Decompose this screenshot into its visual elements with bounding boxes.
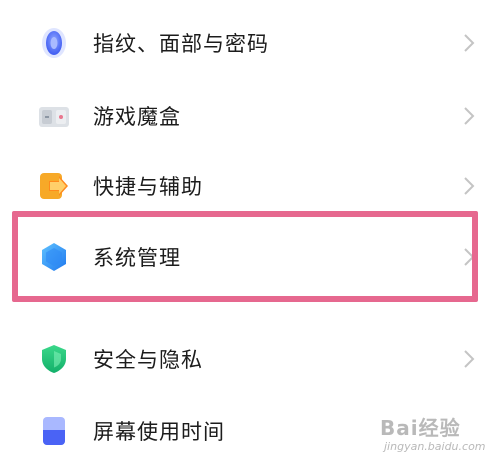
settings-item-label: 快捷与辅助	[93, 175, 203, 199]
settings-item-security-privacy[interactable]: 安全与隐私	[0, 329, 500, 389]
fingerprint-icon	[37, 26, 71, 60]
settings-item-system-management[interactable]: 系统管理	[0, 227, 500, 287]
settings-item-fingerprint[interactable]: 指纹、面部与密码	[0, 13, 500, 73]
chevron-right-icon	[464, 107, 475, 125]
chevron-right-icon	[464, 34, 475, 52]
settings-item-shortcuts[interactable]: 快捷与辅助	[0, 156, 500, 216]
chevron-right-icon	[464, 177, 475, 195]
settings-item-game-box[interactable]: 游戏魔盒	[0, 86, 500, 146]
screen-time-icon	[37, 414, 71, 448]
game-box-icon	[37, 99, 71, 133]
settings-item-label: 系统管理	[93, 246, 181, 270]
chevron-right-icon	[464, 248, 475, 266]
settings-item-label: 屏幕使用时间	[93, 420, 225, 444]
shield-icon	[37, 342, 71, 376]
settings-screen: 指纹、面部与密码 游戏魔盒 快捷与辅助 系统管理 安全与隐私 屏幕使用时间 Ba…	[0, 0, 500, 462]
settings-item-label: 安全与隐私	[93, 348, 203, 372]
settings-item-label: 指纹、面部与密码	[93, 32, 269, 56]
settings-item-screen-time[interactable]: 屏幕使用时间	[0, 401, 500, 461]
system-hexagon-icon	[37, 240, 71, 274]
chevron-right-icon	[464, 350, 475, 368]
shortcut-icon	[37, 169, 71, 203]
settings-item-label: 游戏魔盒	[93, 105, 181, 129]
